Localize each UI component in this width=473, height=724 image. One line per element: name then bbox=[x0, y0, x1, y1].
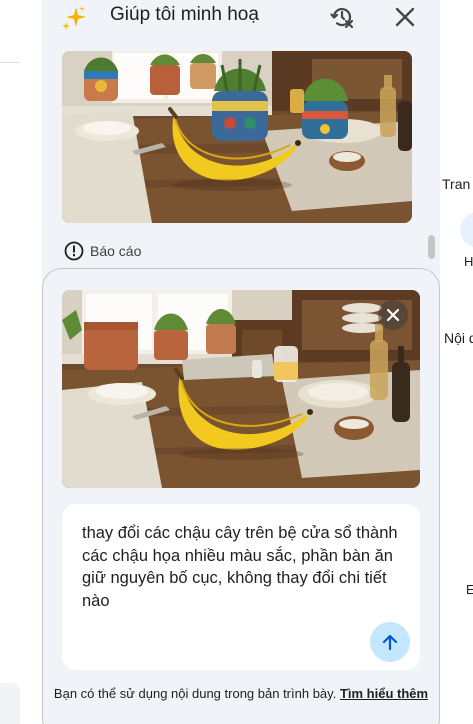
reference-image bbox=[62, 290, 420, 488]
right-label-3: Nội d bbox=[444, 330, 473, 346]
remove-image-button[interactable] bbox=[378, 300, 408, 330]
close-icon bbox=[386, 308, 400, 322]
footer-note: Bạn có thể sử dụng nội dung trong bản tr… bbox=[50, 684, 432, 703]
right-label-4: E bbox=[466, 582, 473, 597]
properties-panel-edge: Tran H Nội d E bbox=[440, 0, 473, 724]
report-button[interactable]: Báo cáo bbox=[64, 240, 141, 262]
footer-text: Bạn có thể sử dụng nội dung trong bản tr… bbox=[53, 686, 337, 701]
prompt-text[interactable]: thay đổi các chậu cây trên bệ cửa sổ thà… bbox=[82, 522, 398, 612]
report-label: Báo cáo bbox=[90, 243, 142, 259]
send-button[interactable] bbox=[370, 622, 410, 662]
learn-more-link[interactable]: Tìm hiểu thêm bbox=[340, 686, 428, 701]
scrollbar-thumb[interactable] bbox=[428, 235, 435, 259]
right-circle-button[interactable] bbox=[460, 212, 473, 248]
history-button[interactable] bbox=[327, 2, 357, 32]
arrow-up-icon bbox=[382, 634, 398, 651]
history-off-icon bbox=[330, 8, 354, 29]
right-label-1: Tran bbox=[442, 176, 471, 192]
help-me-visualize-panel: Giúp tôi minh hoạ Báo cáo thay đổi các c… bbox=[42, 0, 440, 724]
filmstrip-corner bbox=[0, 683, 20, 724]
report-icon bbox=[64, 241, 84, 261]
sparkle-icon bbox=[62, 6, 86, 30]
panel-title: Giúp tôi minh hoạ bbox=[110, 4, 259, 25]
app-stage: Tran H Nội d E Giúp tôi minh hoạ Báo cáo… bbox=[0, 0, 473, 724]
panel-header: Giúp tôi minh hoạ bbox=[42, 0, 440, 38]
close-icon bbox=[395, 7, 415, 27]
slide-editor-edge bbox=[0, 0, 42, 724]
close-panel-button[interactable] bbox=[390, 2, 420, 32]
divider bbox=[0, 62, 20, 63]
right-label-2: H bbox=[464, 254, 473, 269]
prompt-input[interactable]: thay đổi các chậu cây trên bệ cửa sổ thà… bbox=[62, 504, 420, 670]
generated-image[interactable] bbox=[62, 51, 412, 223]
